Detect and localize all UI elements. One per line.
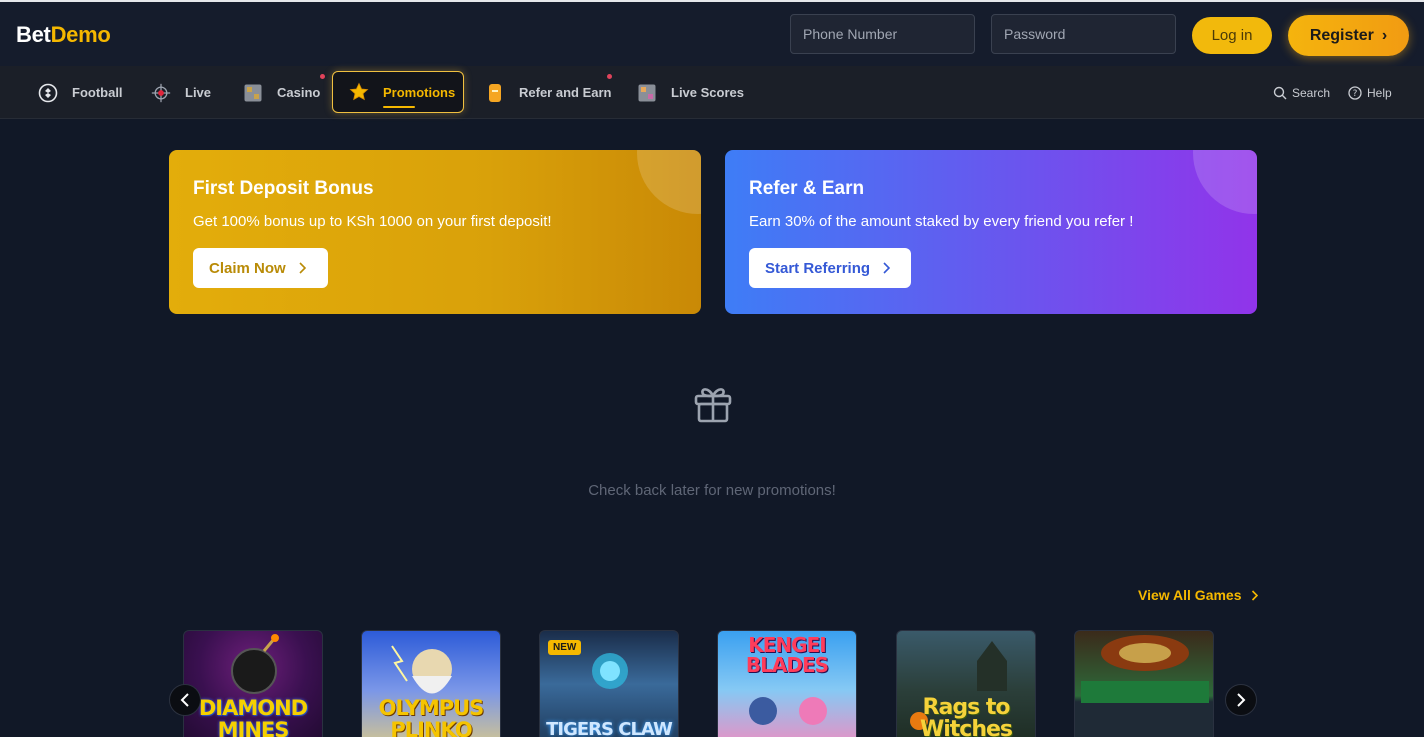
nav-item-live-scores[interactable]: Live Scores xyxy=(637,66,744,119)
game-card-roulette[interactable] xyxy=(1074,630,1214,737)
nav-item-casino[interactable]: Casino xyxy=(243,66,320,119)
chevron-right-icon xyxy=(1237,693,1246,707)
chevron-right-icon: › xyxy=(1381,26,1388,44)
phone-number-input[interactable] xyxy=(790,14,975,54)
nav-label-live: Live xyxy=(185,85,212,100)
start-referring-label: Start Referring xyxy=(765,259,871,277)
nav-item-live[interactable]: Live xyxy=(151,66,211,119)
refer-and-earn-card: Refer & Earn Earn 30% of the amount stak… xyxy=(725,150,1257,314)
game-card-rags-to-witches[interactable]: Rags to Witches xyxy=(896,630,1036,737)
gift-icon xyxy=(692,382,734,424)
search-label: Search xyxy=(1292,85,1331,100)
view-all-games-label: View All Games xyxy=(1138,587,1242,603)
register-button[interactable]: Register › xyxy=(1288,15,1409,56)
roulette-wheel-icon xyxy=(1081,635,1209,703)
start-referring-button[interactable]: Start Referring xyxy=(749,248,911,288)
empty-promotions-message: Check back later for new promotions! xyxy=(588,482,836,499)
live-scores-icon xyxy=(637,83,657,103)
register-label: Register xyxy=(1309,26,1374,44)
claim-now-button[interactable]: Claim Now xyxy=(193,248,328,288)
view-all-games-link[interactable]: View All Games xyxy=(1138,587,1258,603)
brand-logo[interactable]: BetDemo xyxy=(16,22,111,48)
nav-item-football[interactable]: Football xyxy=(38,66,123,119)
game-title: DIAMOND MINES xyxy=(198,696,308,737)
refer-notification-dot xyxy=(607,74,612,79)
nav-search[interactable]: Search xyxy=(1273,66,1330,119)
deposit-bonus-title: First Deposit Bonus xyxy=(193,178,374,199)
games-next-button[interactable] xyxy=(1225,684,1257,716)
game-title: OLYMPUS PLINKO xyxy=(378,696,485,737)
top-header: BetDemo Log in Register › xyxy=(0,0,1424,66)
active-tab-underline xyxy=(383,106,415,108)
game-card-olympus-plinko[interactable]: OLYMPUS PLINKO xyxy=(361,630,501,737)
svg-text:?: ? xyxy=(1353,89,1358,99)
game-title: TIGERS CLAW xyxy=(546,719,673,737)
game-card-diamond-mines[interactable]: DIAMOND MINES xyxy=(183,630,323,737)
casino-icon xyxy=(243,83,263,103)
live-target-icon xyxy=(151,83,171,103)
decorative-circle xyxy=(1193,150,1257,214)
game-card-tigers-claw[interactable]: NEW TIGERS CLAW xyxy=(539,630,679,737)
chevron-right-icon xyxy=(298,262,306,274)
chevron-right-icon xyxy=(882,262,891,274)
password-input[interactable] xyxy=(991,14,1176,54)
help-icon: ? xyxy=(1348,85,1362,100)
nav-label-casino: Casino xyxy=(277,85,321,100)
nav-label-refer-and-earn: Refer and Earn xyxy=(519,85,612,100)
help-label: Help xyxy=(1367,85,1392,100)
logo-text-bet: Bet xyxy=(16,22,51,47)
logo-text-demo: Demo xyxy=(50,22,111,47)
star-icon xyxy=(349,82,369,102)
casino-notification-dot xyxy=(320,74,325,79)
search-icon xyxy=(1273,86,1287,99)
deposit-bonus-description: Get 100% bonus up to KSh 1000 on your fi… xyxy=(193,213,552,230)
games-prev-button[interactable] xyxy=(169,684,201,716)
nav-label-promotions: Promotions xyxy=(383,84,456,100)
nav-item-refer-and-earn[interactable]: Refer and Earn xyxy=(485,66,611,119)
main-nav: Football Live Casino Promotions Refer an… xyxy=(0,66,1424,119)
nav-label-football: Football xyxy=(72,85,123,100)
game-title: KENGEI BLADES xyxy=(745,633,829,677)
first-deposit-bonus-card: First Deposit Bonus Get 100% bonus up to… xyxy=(169,150,701,314)
nav-item-promotions[interactable]: Promotions xyxy=(332,71,464,113)
game-card-kengei-blades[interactable]: KENGEI BLADES xyxy=(717,630,857,737)
football-icon xyxy=(38,83,58,103)
claim-now-label: Claim Now xyxy=(209,259,286,277)
chevron-right-icon xyxy=(1251,589,1258,601)
refer-icon xyxy=(485,83,505,103)
refer-earn-description: Earn 30% of the amount staked by every f… xyxy=(749,213,1134,230)
new-badge: NEW xyxy=(548,640,582,655)
chevron-left-icon xyxy=(180,693,189,707)
nav-label-live-scores: Live Scores xyxy=(671,85,744,100)
nav-help[interactable]: ? Help xyxy=(1348,66,1392,119)
game-title: Rags to Witches xyxy=(919,695,1013,737)
login-button[interactable]: Log in xyxy=(1192,17,1272,54)
refer-earn-title: Refer & Earn xyxy=(749,178,865,199)
decorative-circle xyxy=(637,150,701,214)
